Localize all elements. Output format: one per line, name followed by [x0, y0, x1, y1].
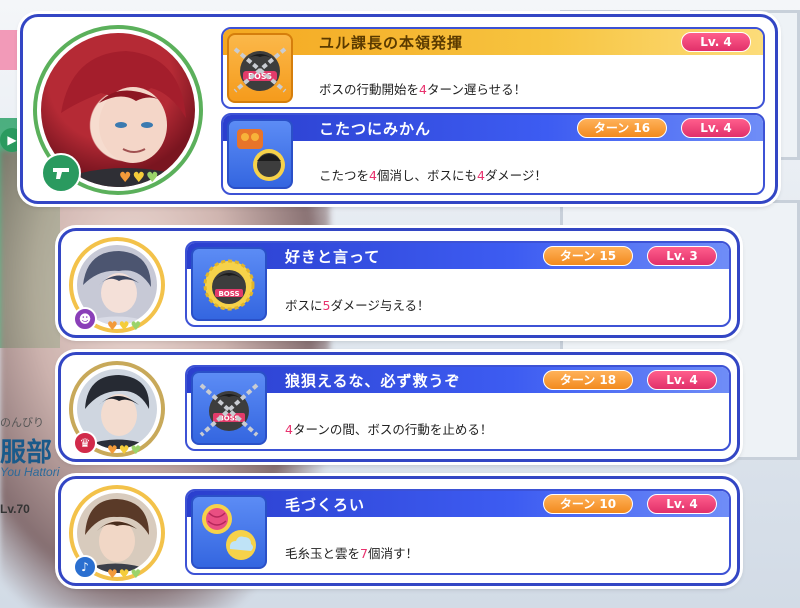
heart-icon: ♥: [107, 567, 118, 581]
affection-hearts: ♥ ♥ ♥: [107, 567, 141, 581]
skill-card[interactable]: ☻ ♥ ♥ ♥ BOSS 好きと言って ターン 15 Lv. 3 ボスに5ダメー…: [58, 228, 740, 338]
heart-icon: ♥: [107, 319, 118, 333]
skill-turn-badge: ターン 15: [543, 246, 633, 266]
skill-title: こたつにみかん: [319, 120, 432, 138]
skill-icon-box: BOSS: [191, 247, 267, 321]
skill-title: 好きと言って: [285, 248, 381, 266]
boss-chain-icon: BOSS: [199, 383, 259, 437]
heart-icon: ♥: [119, 170, 132, 186]
skill-icon-box: [227, 119, 293, 189]
affection-hearts: ♥ ♥ ♥: [119, 171, 159, 185]
boss-chain-icon: BOSS: [233, 47, 287, 93]
yarn-cloud-icon: [202, 504, 256, 560]
skill-level-badge: Lv. 4: [647, 370, 717, 390]
heart-icon: ♥: [130, 567, 142, 581]
skill-icon-box: BOSS: [227, 33, 293, 103]
skill-card[interactable]: ♛ ♥ ♥ ♥ BOSS 狼狽えるな、必ず救うぞ ターン 18 Lv. 4 4タ…: [58, 352, 740, 462]
heart-icon: ♥: [118, 443, 130, 457]
skill-level-badge: Lv. 4: [681, 32, 751, 52]
skill-description: こたつを4個消し、ボスにも4ダメージ！: [319, 168, 547, 183]
heart-icon: ♥: [132, 170, 146, 186]
skill-description: ボスの行動開始を4ターン遅らせる！: [319, 82, 527, 97]
heart-icon: ♥: [130, 443, 142, 457]
kotatsu-icon: [237, 129, 285, 181]
skill-level-badge: Lv. 4: [681, 118, 751, 138]
skill-panel[interactable]: こたつにみかん ターン 16 Lv. 4 こたつを4個消し、ボスにも4ダメージ！: [221, 113, 765, 195]
background-subtitle: のんびり: [0, 417, 44, 429]
skill-icon-box: BOSS: [191, 371, 267, 445]
skill-description: 4ターンの間、ボスの行動を止める！: [285, 422, 493, 437]
skill-title: ユル課長の本領発揮: [319, 34, 464, 52]
skill-card[interactable]: ♪ ♥ ♥ ♥ 毛づくろい ターン 10 Lv. 4 毛糸玉と雲を7個消す！: [58, 476, 740, 586]
heart-icon: ♥: [107, 443, 118, 457]
gun-icon: [41, 153, 81, 193]
skill-panel[interactable]: BOSS 狼狽えるな、必ず救うぞ ターン 18 Lv. 4 4ターンの間、ボスの…: [185, 365, 731, 451]
skill-panel[interactable]: BOSS ユル課長の本領発揮 Lv. 4 ボスの行動開始を4ターン遅らせる！: [221, 27, 765, 109]
skill-description: ボスに5ダメージ与える！: [285, 298, 430, 313]
heart-icon: ♥: [146, 170, 159, 186]
skill-turn-badge: ターン 18: [543, 370, 633, 390]
crown-icon: ♛: [73, 431, 97, 455]
background-name: 服部: [0, 437, 53, 467]
background-english-name: You Hattori: [0, 465, 60, 479]
skill-icon-box: [191, 495, 267, 569]
affection-hearts: ♥ ♥ ♥: [107, 319, 141, 333]
heart-icon: ♥: [130, 319, 142, 333]
skill-card[interactable]: ♥ ♥ ♥ BOSS ユル課長の本領発揮 Lv. 4 ボスの行動開始を4ターン遅…: [20, 14, 778, 204]
heart-icon: ♥: [118, 567, 130, 581]
svg-text:BOSS: BOSS: [218, 290, 239, 298]
skill-title: 狼狽えるな、必ず救うぞ: [285, 372, 461, 390]
drama-mask-icon: ☻: [73, 307, 97, 331]
skill-level-badge: Lv. 4: [647, 494, 717, 514]
skill-panel[interactable]: BOSS 好きと言って ターン 15 Lv. 3 ボスに5ダメージ与える！: [185, 241, 731, 327]
skill-title: 毛づくろい: [285, 496, 366, 514]
note-icon: ♪: [73, 555, 97, 579]
skill-turn-badge: ターン 10: [543, 494, 633, 514]
skill-level-badge: Lv. 3: [647, 246, 717, 266]
background-level: Lv.70: [0, 502, 30, 516]
skill-description: 毛糸玉と雲を7個消す！: [285, 546, 418, 561]
skill-turn-badge: ターン 16: [577, 118, 667, 138]
heart-icon: ♥: [118, 319, 130, 333]
skill-panel[interactable]: 毛づくろい ターン 10 Lv. 4 毛糸玉と雲を7個消す！: [185, 489, 731, 575]
affection-hearts: ♥ ♥ ♥: [107, 443, 141, 457]
boss-face-icon: BOSS: [203, 259, 255, 311]
